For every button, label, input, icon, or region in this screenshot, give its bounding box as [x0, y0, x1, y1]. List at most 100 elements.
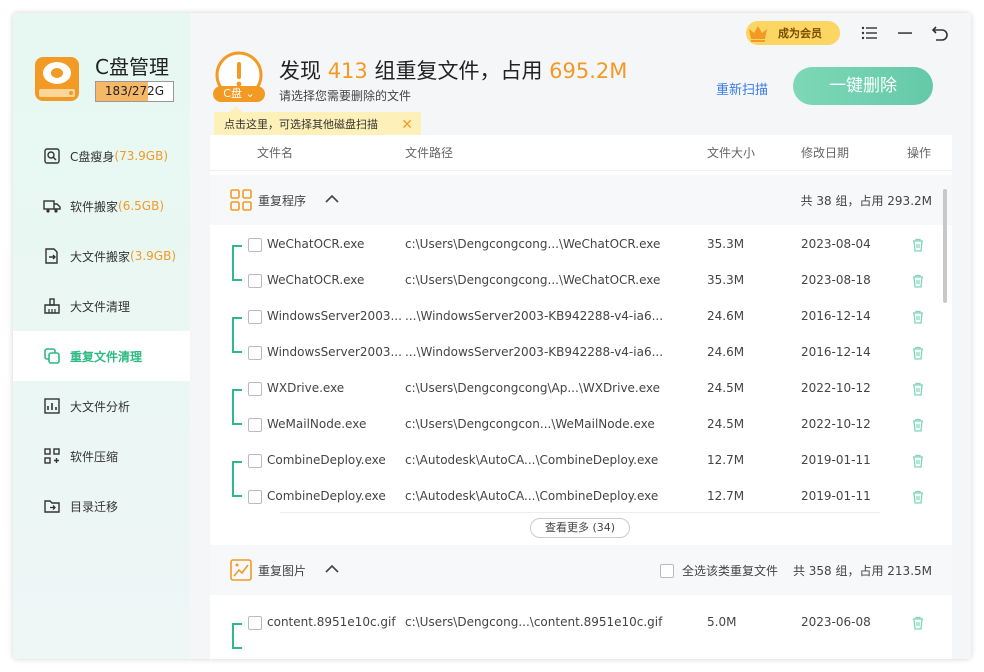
trash-icon[interactable] [910, 417, 926, 433]
scrollbar-thumb[interactable] [943, 189, 947, 303]
apps-icon [230, 189, 252, 211]
trash-icon[interactable] [910, 309, 926, 325]
row-checkbox[interactable] [248, 238, 262, 252]
row-checkbox[interactable] [248, 310, 262, 324]
group-summary: 共 38 组，占用 293.2M [800, 194, 932, 208]
table-row[interactable]: WXDrive.exe c:\Users\Dengcongcong\Ap...\W… [210, 371, 952, 407]
chevron-up-icon[interactable] [324, 562, 340, 576]
row-checkbox[interactable] [248, 274, 262, 288]
select-all-checkbox[interactable] [660, 563, 674, 578]
row-checkbox[interactable] [248, 454, 262, 468]
trash-icon[interactable] [910, 345, 926, 361]
total-size: 695.2M [549, 59, 628, 83]
disk-usage-bar: 183/272G [95, 81, 174, 102]
select-all-group[interactable]: 全选该类重复文件 [660, 562, 778, 579]
table-row[interactable]: WindowsServer2003... ...\WindowsServer200… [210, 335, 952, 371]
table-row[interactable]: WeChatOCR.exe c:\Users\Dengcongcong...\We… [210, 263, 952, 299]
file-path: c:\Users\Dengcong...\content.8951e10c.gi… [405, 615, 663, 629]
group-summary: 共 358 组，占用 213.5M [792, 564, 932, 578]
sidebar-item-label: 软件搬家 [70, 199, 119, 214]
divider [280, 512, 880, 513]
file-size: 35.3M [707, 273, 745, 287]
vip-button[interactable]: 成为会员 [746, 21, 840, 45]
col-filename: 文件名 [257, 146, 294, 160]
table-row[interactable]: content.8951e10c.gif c:\Users\Dengcong...… [210, 605, 952, 641]
file-date: 2022-10-12 [801, 381, 871, 395]
sidebar-item-size: (6.5GB) [118, 199, 164, 213]
sidebar-item-label: 大文件分析 [70, 399, 131, 414]
table-row[interactable]: WeChatOCR.exe c:\Users\Dengcongcong...\We… [210, 227, 952, 263]
file-name: CombineDeploy.exe [267, 489, 386, 503]
file-name: WeChatOCR.exe [267, 237, 365, 251]
sidebar-item-1[interactable]: 软件搬家 (6.5GB) [13, 181, 190, 231]
sidebar-item-6[interactable]: 软件压缩 [13, 431, 190, 481]
trash-icon[interactable] [910, 273, 926, 289]
table-row[interactable]: WeMailNode.exe c:\Users\Dengcongcon...\We… [210, 407, 952, 443]
sidebar-item-size: (73.9GB) [114, 149, 169, 163]
file-size: 24.6M [707, 309, 745, 323]
sidebar-item-0[interactable]: C盘瘦身 (73.9GB) [13, 131, 190, 181]
minimize-icon[interactable] [895, 23, 915, 43]
sidebar-item-2[interactable]: 大文件搬家 (3.9GB) [13, 231, 190, 281]
file-path: c:\Users\Dengcongcong...\WeChatOCR.exe [405, 237, 661, 251]
file-path: c:\Users\Dengcongcong...\WeChatOCR.exe [405, 273, 661, 287]
file-path: c:\Autodesk\AutoCA...\CombineDeploy.exe [405, 453, 659, 467]
sidebar-item-5[interactable]: 大文件分析 [13, 381, 190, 431]
chevron-up-icon[interactable] [324, 192, 340, 206]
file-name: WindowsServer2003... [267, 309, 402, 323]
row-checkbox[interactable] [248, 382, 262, 396]
row-checkbox[interactable] [248, 346, 262, 360]
file-date: 2019-01-11 [801, 453, 871, 467]
table-row[interactable]: CombineDeploy.exe c:\Autodesk\AutoCA...\C… [210, 479, 952, 515]
duplicate-pair-bracket [232, 623, 242, 649]
show-more-button[interactable]: 查看更多 (34) [530, 518, 630, 538]
group-header-images: 重复图片 全选该类重复文件 共 358 组，占用 213.5M [210, 545, 952, 595]
crown-icon [749, 26, 767, 42]
file-size: 24.5M [707, 417, 745, 431]
disk-logo-icon [35, 57, 79, 101]
vip-label: 成为会员 [778, 27, 822, 40]
file-name: WeChatOCR.exe [267, 273, 365, 287]
col-date: 修改日期 [801, 146, 850, 160]
truck-icon [43, 200, 61, 213]
table-row[interactable]: CombineDeploy.exe c:\Autodesk\AutoCA...\C… [210, 443, 952, 479]
file-path: ...\WindowsServer2003-KB942288-v4-ia6... [405, 345, 664, 359]
row-checkbox[interactable] [248, 418, 262, 432]
sidebar-item-label: 大文件清理 [70, 299, 131, 314]
chart-icon [44, 398, 60, 414]
back-icon[interactable] [930, 23, 950, 43]
page-title: 发现 413 组重复文件，占用 695.2M [279, 55, 627, 85]
sidebar-item-7[interactable]: 目录迁移 [13, 481, 190, 531]
menu-icon[interactable] [860, 23, 880, 43]
sidebar-item-3[interactable]: 大文件清理 [13, 281, 190, 331]
main-content: C盘 ⌄ 发现 413 组重复文件，占用 695.2M 请选择您需要删除的文件 … [190, 13, 971, 659]
delete-all-button[interactable]: 一键删除 [793, 67, 933, 105]
file-name: WeMailNode.exe [267, 417, 367, 431]
col-filepath: 文件路径 [405, 146, 454, 160]
table-header: 文件名 文件路径 文件大小 修改日期 操作 [210, 135, 952, 171]
trash-icon[interactable] [910, 381, 926, 397]
trash-icon[interactable] [910, 489, 926, 505]
file-date: 2019-01-11 [801, 489, 871, 503]
row-checkbox[interactable] [248, 490, 262, 504]
file-date: 2016-12-14 [801, 345, 871, 359]
page-subtitle: 请选择您需要删除的文件 [279, 89, 412, 103]
app-window: C盘管理 183/272G C盘瘦身 (73.9GB) 软件搬家 (6.5GB) 大文件… [13, 13, 971, 659]
row-checkbox[interactable] [248, 616, 262, 630]
file-size: 24.5M [707, 381, 745, 395]
trash-icon[interactable] [910, 453, 926, 469]
group-count: 413 [327, 59, 368, 83]
chevron-down-icon: ⌄ [245, 87, 255, 100]
rescan-link[interactable]: 重新扫描 [716, 79, 768, 98]
table-row[interactable]: WindowsServer2003... ...\WindowsServer200… [210, 299, 952, 335]
broom-icon [44, 298, 60, 314]
file-path: c:\Autodesk\AutoCA...\CombineDeploy.exe [405, 489, 659, 503]
group-name: 重复图片 [258, 564, 307, 578]
disk-usage-label: 183/272G [104, 84, 165, 98]
trash-icon[interactable] [910, 615, 926, 631]
trash-icon[interactable] [910, 237, 926, 253]
app-title: C盘管理 [95, 55, 169, 79]
disk-select-dropdown[interactable]: C盘 ⌄ [213, 86, 265, 102]
sidebar-item-4[interactable]: 重复文件清理 [13, 331, 190, 381]
file-date: 2022-10-12 [801, 417, 871, 431]
